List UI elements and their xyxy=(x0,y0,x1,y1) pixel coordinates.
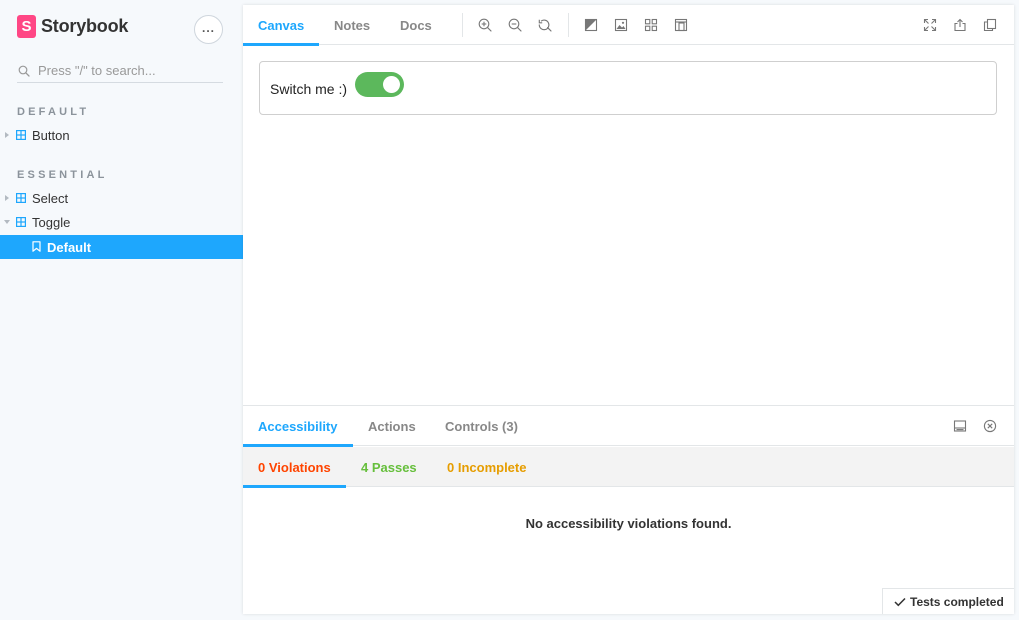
search-icon xyxy=(18,65,30,77)
sidebar-item-select[interactable]: Select xyxy=(0,186,243,210)
no-violations-message: No accessibility violations found. xyxy=(525,516,732,531)
outline-icon[interactable] xyxy=(674,18,688,32)
story-container: Switch me :) xyxy=(259,61,997,115)
sidebar-item-default-story[interactable]: Default xyxy=(0,235,243,259)
main-panel: Canvas Notes Docs Switch me:) Accessibi… xyxy=(243,5,1014,614)
share-icon[interactable] xyxy=(953,18,967,32)
toggle-knob xyxy=(383,76,400,93)
storybook-logo-icon: S xyxy=(17,14,36,38)
caret-right-icon xyxy=(5,195,9,201)
tab-notes[interactable]: Notes xyxy=(319,5,385,45)
tab-incomplete[interactable]: 0 Incomplete xyxy=(432,447,541,487)
sidebar-item-label: Select xyxy=(32,190,69,206)
caret-down-icon xyxy=(4,220,10,224)
tab-violations[interactable]: 0 Violations xyxy=(243,447,346,488)
toolbar-divider xyxy=(462,13,463,37)
checkmark-icon xyxy=(894,597,906,606)
tab-passes[interactable]: 4 Passes xyxy=(346,447,432,487)
logo-letter: S xyxy=(21,17,32,35)
section-title-default[interactable]: DEFAULT xyxy=(17,106,89,118)
menu-button[interactable]: ... xyxy=(194,15,223,44)
image-icon[interactable] xyxy=(614,18,628,32)
background-icon[interactable] xyxy=(584,18,598,32)
bookmark-icon xyxy=(32,241,41,252)
tab-controls[interactable]: Controls (3) xyxy=(430,406,533,446)
story-canvas: Switch me :) xyxy=(243,46,1014,405)
grid-icon[interactable] xyxy=(644,18,658,32)
sidebar-item-label: Toggle xyxy=(32,214,71,230)
copy-link-icon[interactable] xyxy=(983,18,997,32)
tab-actions[interactable]: Actions xyxy=(353,406,431,446)
brand[interactable]: S Storybook xyxy=(17,14,128,38)
component-icon xyxy=(16,130,26,140)
caret-right-icon xyxy=(5,132,9,138)
zoom-in-icon[interactable] xyxy=(478,18,492,32)
component-icon xyxy=(16,193,26,203)
addons-panel: Accessibility Actions Controls (3) 0 Vio… xyxy=(243,405,1014,614)
ellipsis-icon: ... xyxy=(201,20,215,35)
toolbar-divider xyxy=(568,13,569,37)
toggle-switch[interactable] xyxy=(355,72,404,97)
search-input[interactable] xyxy=(38,63,218,78)
close-panel-icon[interactable] xyxy=(983,419,997,433)
sidebar-item-label: Button xyxy=(32,127,70,143)
search-bar xyxy=(17,59,223,83)
section-title-essential[interactable]: ESSENTIAL xyxy=(17,169,108,181)
sidebar: S Storybook ... DEFAULT Button ESSENTIAL… xyxy=(0,0,243,620)
toggle-label: Switch me :) xyxy=(270,81,348,97)
panel-position-icon[interactable] xyxy=(953,419,967,433)
sidebar-item-toggle[interactable]: Toggle xyxy=(0,210,243,234)
sidebar-item-button[interactable]: Button xyxy=(0,123,243,147)
tab-docs[interactable]: Docs xyxy=(385,5,447,45)
toolbar: Canvas Notes Docs xyxy=(243,5,1014,46)
component-icon xyxy=(16,217,26,227)
tests-status-badge: Tests completed xyxy=(882,588,1014,614)
sidebar-item-label: Default xyxy=(47,239,92,255)
tab-accessibility[interactable]: Accessibility xyxy=(243,406,353,447)
tests-status-text: Tests completed xyxy=(910,594,1004,609)
tab-canvas[interactable]: Canvas xyxy=(243,5,320,46)
zoom-reset-icon[interactable] xyxy=(538,18,552,32)
a11y-subtabs: 0 Violations 4 Passes 0 Incomplete xyxy=(243,447,1014,488)
zoom-out-icon[interactable] xyxy=(508,18,522,32)
addon-tabs: Accessibility Actions Controls (3) xyxy=(243,406,1014,447)
fullscreen-icon[interactable] xyxy=(923,18,937,32)
brand-name: Storybook xyxy=(41,15,129,36)
